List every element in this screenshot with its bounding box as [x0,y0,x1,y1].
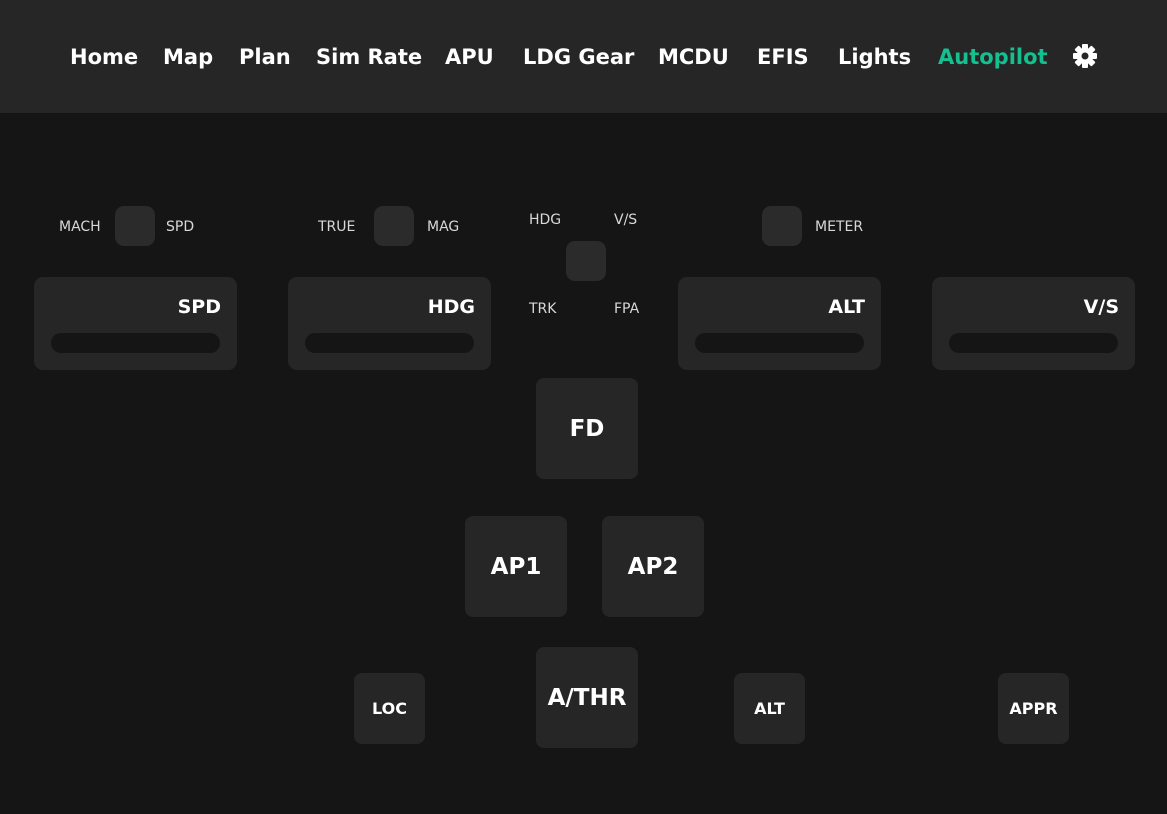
true-mag-toggle[interactable] [374,206,414,246]
spd-knob[interactable] [51,333,220,353]
nav-apu[interactable]: APU [445,42,494,72]
spd-panel: SPD [34,277,237,370]
nav-ldg-gear[interactable]: LDG Gear [523,42,634,72]
ap2-button[interactable]: AP2 [602,516,704,617]
hdg-knob[interactable] [305,333,474,353]
mach-label: MACH [59,219,101,235]
ap1-button[interactable]: AP1 [465,516,567,617]
nav-mcdu[interactable]: MCDU [658,42,729,72]
nav-lights[interactable]: Lights [838,42,911,72]
meter-label: METER [815,219,864,235]
alt-panel: ALT [678,277,881,370]
top-nav-bar: Home Map Plan Sim Rate APU LDG Gear MCDU… [0,0,1167,113]
trk-label: TRK [529,301,557,317]
spd-mode-label: SPD [166,219,195,235]
nav-map[interactable]: Map [163,42,213,72]
vs-panel-title: V/S [1083,296,1119,318]
mag-label: MAG [427,219,460,235]
fpa-label: FPA [614,301,640,317]
hdg-vs-label-vs: V/S [614,212,638,228]
nav-autopilot[interactable]: Autopilot [938,42,1048,72]
spd-panel-title: SPD [177,296,221,318]
appr-button[interactable]: APPR [998,673,1069,744]
vs-panel: V/S [932,277,1135,370]
alt-knob[interactable] [695,333,864,353]
meter-toggle[interactable] [762,206,802,246]
nav-plan[interactable]: Plan [239,42,291,72]
nav-home[interactable]: Home [70,42,138,72]
hdg-panel: HDG [288,277,491,370]
loc-button[interactable]: LOC [354,673,425,744]
nav-sim-rate[interactable]: Sim Rate [316,42,422,72]
hdg-vs-label-hdg: HDG [529,212,562,228]
mach-spd-toggle[interactable] [115,206,155,246]
true-label: TRUE [318,219,356,235]
alt-button[interactable]: ALT [734,673,805,744]
fd-button[interactable]: FD [536,378,638,479]
alt-panel-title: ALT [828,296,865,318]
vs-knob[interactable] [949,333,1118,353]
nav-efis[interactable]: EFIS [757,42,809,72]
gear-icon[interactable] [1071,42,1099,70]
athr-button[interactable]: A/THR [536,647,638,748]
hdg-panel-title: HDG [427,296,475,318]
hdgvs-trkfpa-toggle[interactable] [566,241,606,281]
